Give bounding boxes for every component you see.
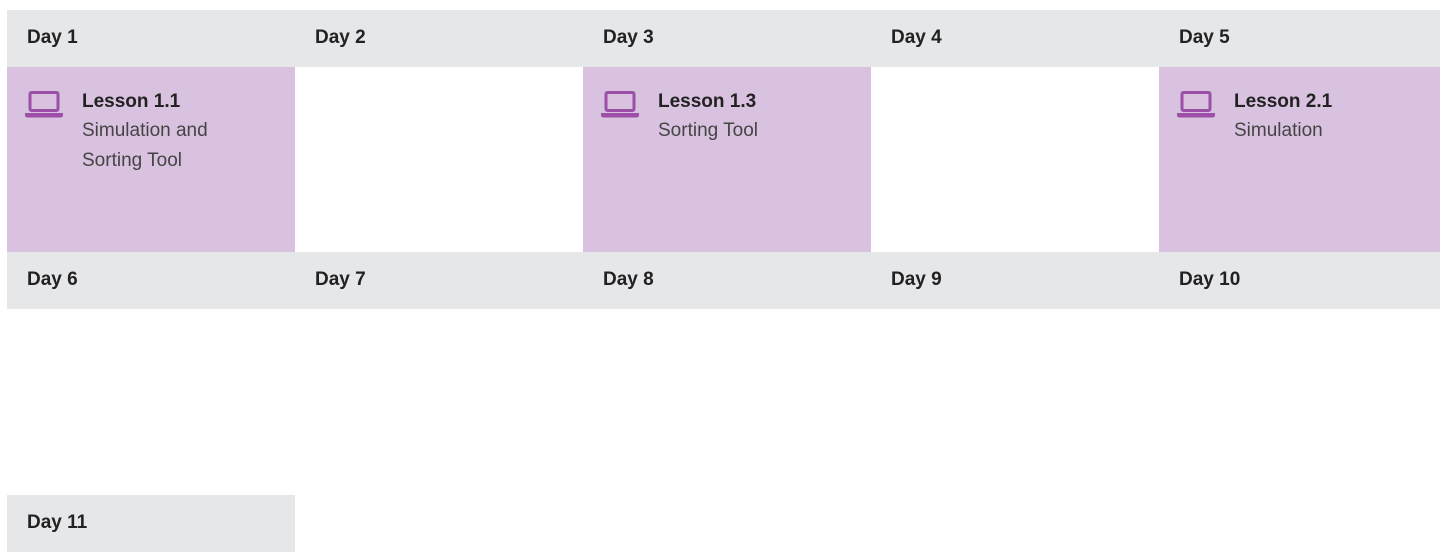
lesson-cell-day-3[interactable]: Lesson 1.3 Sorting Tool [583,67,871,252]
empty-cell-day-6 [7,309,295,495]
day-header: Day 4 [871,10,1159,67]
empty-cell-day-2 [295,67,583,252]
week-1-header-row: Day 1 Day 2 Day 3 Day 4 Day 5 [7,10,1440,67]
day-header: Day 1 [7,10,295,67]
day-header: Day 9 [871,252,1159,309]
day-header: Day 5 [1159,10,1440,67]
week-1-content-row: Lesson 1.1 Simulation and Sorting Tool L… [7,67,1440,252]
empty-cell-day-10 [1159,309,1440,495]
week-2-header-row: Day 6 Day 7 Day 8 Day 9 Day 10 [7,252,1440,309]
empty-cell-day-4 [871,67,1159,252]
week-3-header-row: Day 11 [7,495,1440,552]
week-2-content-row [7,309,1440,495]
lesson-title: Lesson 1.3 [658,91,757,112]
lesson-entry: Lesson 2.1 Simulation [1176,89,1404,146]
day-header: Day 10 [1159,252,1440,309]
laptop-icon [25,91,63,118]
lesson-title: Lesson 1.1 [82,91,181,112]
lesson-description: Sorting Tool [658,120,758,141]
laptop-icon [601,91,639,118]
lesson-cell-day-5[interactable]: Lesson 2.1 Simulation [1159,67,1440,252]
lesson-description: Simulation [1234,120,1323,141]
schedule-grid: Day 1 Day 2 Day 3 Day 4 Day 5 Lesson 1.1… [7,10,1440,552]
day-header: Day 8 [583,252,871,309]
lesson-entry: Lesson 1.3 Sorting Tool [600,89,828,146]
day-header: Day 11 [7,495,295,552]
day-header: Day 3 [583,10,871,67]
laptop-icon [1177,91,1215,118]
lesson-text: Lesson 2.1 Simulation [1234,89,1404,146]
empty-cell-day-8 [583,309,871,495]
empty-cell-day-9 [871,309,1159,495]
day-header: Day 2 [295,10,583,67]
lesson-text: Lesson 1.3 Sorting Tool [658,89,828,146]
lesson-cell-day-1[interactable]: Lesson 1.1 Simulation and Sorting Tool [7,67,295,252]
day-header: Day 7 [295,252,583,309]
lesson-entry: Lesson 1.1 Simulation and Sorting Tool [24,89,252,176]
day-header: Day 6 [7,252,295,309]
lesson-title: Lesson 2.1 [1234,91,1333,112]
lesson-text: Lesson 1.1 Simulation and Sorting Tool [82,89,252,176]
lesson-description: Simulation and Sorting Tool [82,120,208,171]
empty-cell-day-7 [295,309,583,495]
